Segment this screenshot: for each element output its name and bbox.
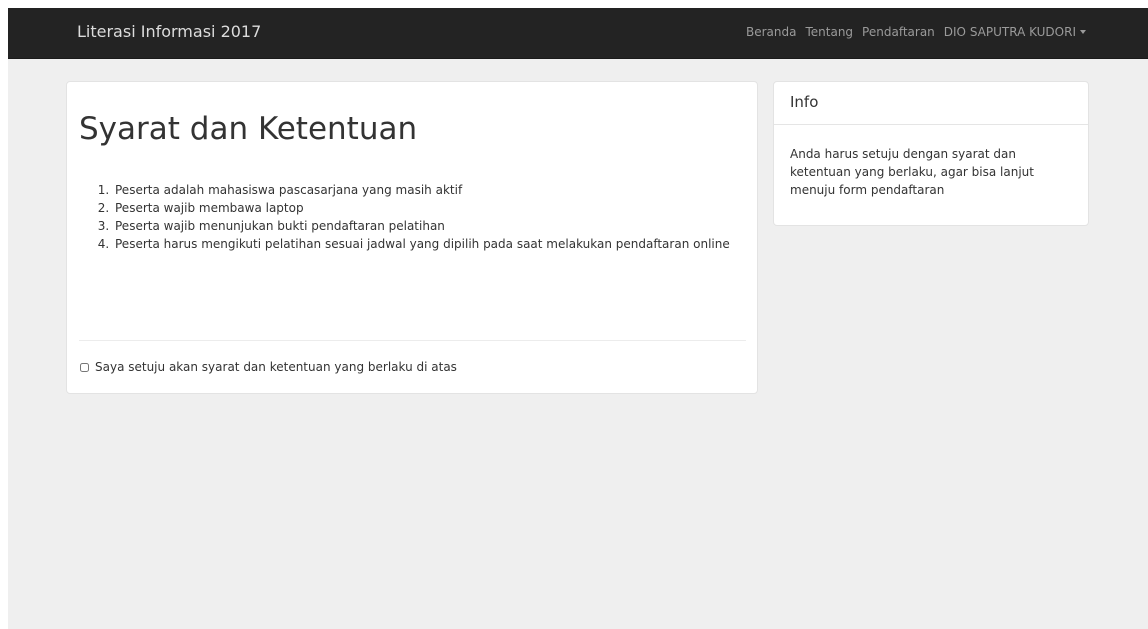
info-body: Anda harus setuju dengan syarat dan kete… (790, 147, 1034, 197)
user-menu-dropdown[interactable]: DIO SAPUTRA KUDORI (944, 25, 1086, 39)
terms-item: Peserta adalah mahasiswa pascasarjana ya… (113, 181, 773, 199)
agree-checkbox-row[interactable]: Saya setuju akan syarat dan ketentuan ya… (80, 360, 457, 374)
page-title: Syarat dan Ketentuan (79, 111, 418, 147)
caret-down-icon (1080, 30, 1086, 34)
nav-link-pendaftaran[interactable]: Pendaftaran (862, 25, 935, 39)
navbar-brand[interactable]: Literasi Informasi 2017 (77, 22, 261, 41)
navbar-links: Beranda Tentang Pendaftaran DIO SAPUTRA … (737, 25, 1086, 39)
info-title: Info (790, 93, 819, 111)
divider (79, 340, 746, 341)
page-frame: Literasi Informasi 2017 Beranda Tentang … (8, 8, 1148, 629)
user-name: DIO SAPUTRA KUDORI (943, 25, 1076, 39)
terms-list: Peserta adalah mahasiswa pascasarjana ya… (79, 181, 773, 253)
agree-checkbox[interactable] (80, 362, 89, 372)
navbar: Literasi Informasi 2017 Beranda Tentang … (8, 8, 1148, 59)
agree-label[interactable]: Saya setuju akan syarat dan ketentuan ya… (95, 360, 457, 374)
nav-link-beranda[interactable]: Beranda (746, 25, 796, 39)
terms-item: Peserta harus mengikuti pelatihan sesuai… (113, 235, 773, 253)
terms-item: Peserta wajib membawa laptop (113, 199, 773, 217)
nav-link-tentang[interactable]: Tentang (805, 25, 853, 39)
terms-item: Peserta wajib menunjukan bukti pendaftar… (113, 217, 773, 235)
info-heading: Info (774, 82, 1088, 125)
terms-panel: Syarat dan Ketentuan Peserta adalah maha… (66, 81, 758, 394)
info-panel: Info Anda harus setuju dengan syarat dan… (773, 81, 1089, 226)
